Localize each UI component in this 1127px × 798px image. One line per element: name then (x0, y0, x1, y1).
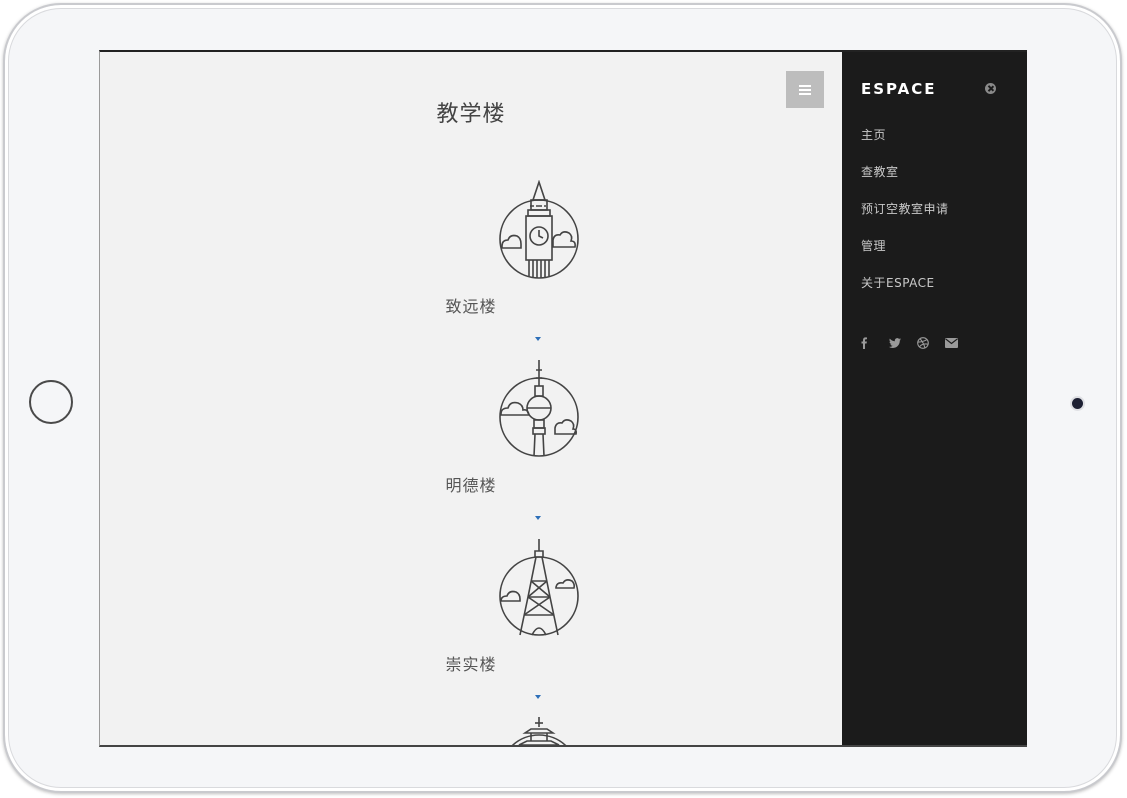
big-ben-clock-tower-icon[interactable] (498, 179, 580, 280)
home-button[interactable] (29, 380, 73, 424)
social-links (861, 336, 973, 350)
sidebar-item-find-classroom[interactable]: 查教室 (861, 165, 949, 202)
screen: 教学楼 致远楼 明德楼 崇实楼 ESPACE 主页 查教室 预订空教室申请 管理… (99, 50, 1027, 747)
eiffel-tower-icon[interactable] (498, 537, 580, 637)
building-label[interactable]: 崇实楼 (100, 651, 842, 675)
main-content: 教学楼 致远楼 明德楼 崇实楼 (100, 52, 842, 745)
tv-tower-icon[interactable] (498, 358, 580, 458)
down-arrow-icon (535, 516, 541, 520)
sidebar-item-about[interactable]: 关于ESPACE (861, 276, 949, 313)
building-label[interactable]: 明德楼 (100, 472, 842, 496)
down-arrow-icon (535, 337, 541, 341)
sidebar-brand[interactable]: ESPACE (861, 80, 937, 98)
close-icon[interactable] (985, 83, 996, 94)
sidebar-item-home[interactable]: 主页 (861, 128, 949, 165)
dribbble-icon[interactable] (917, 336, 945, 350)
hamburger-icon (799, 84, 811, 95)
down-arrow-icon (535, 695, 541, 699)
sidebar-item-manage[interactable]: 管理 (861, 239, 949, 276)
sidebar: ESPACE 主页 查教室 预订空教室申请 管理 关于ESPACE (842, 52, 1027, 745)
envelope-icon[interactable] (945, 336, 973, 350)
pagoda-icon[interactable] (498, 715, 580, 745)
facebook-icon[interactable] (861, 336, 889, 350)
front-camera (1072, 398, 1083, 409)
page-title: 教学楼 (436, 102, 506, 127)
sidebar-item-book-classroom[interactable]: 预订空教室申请 (861, 202, 949, 239)
sidebar-nav: 主页 查教室 预订空教室申请 管理 关于ESPACE (861, 128, 949, 313)
twitter-icon[interactable] (889, 336, 917, 350)
building-label[interactable]: 致远楼 (100, 293, 842, 317)
